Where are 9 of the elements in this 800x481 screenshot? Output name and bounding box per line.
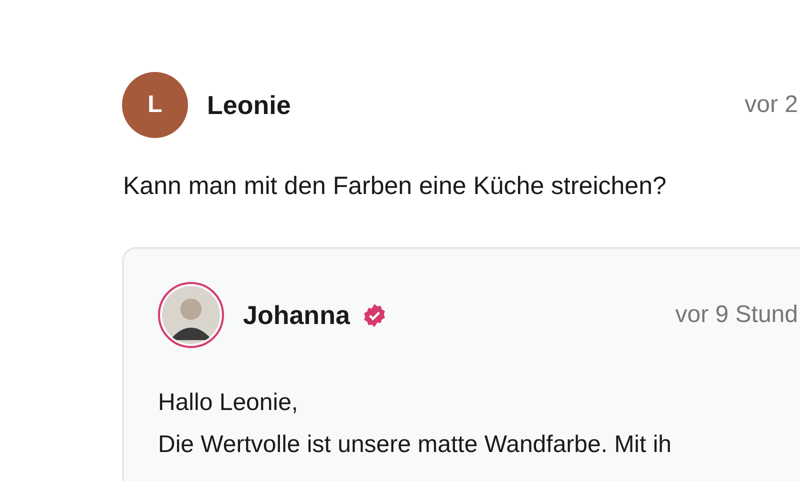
avatar-photo-placeholder: [158, 282, 224, 348]
reply-text-line: Hallo Leonie,: [158, 388, 300, 418]
reply-text-line: Die Wertvolle ist unsere matte Wandfarbe. Mit ih: [158, 430, 673, 460]
comment-text: Kann man mit den Farben eine Küche streichen?: [123, 172, 668, 201]
avatar-letter: L: [122, 72, 188, 138]
reply-time: vor 9 Stund: [675, 301, 799, 329]
author-name: Johanna: [243, 300, 350, 330]
author-name: Leonie: [207, 90, 291, 120]
comment-time: vor 2: [744, 91, 799, 119]
